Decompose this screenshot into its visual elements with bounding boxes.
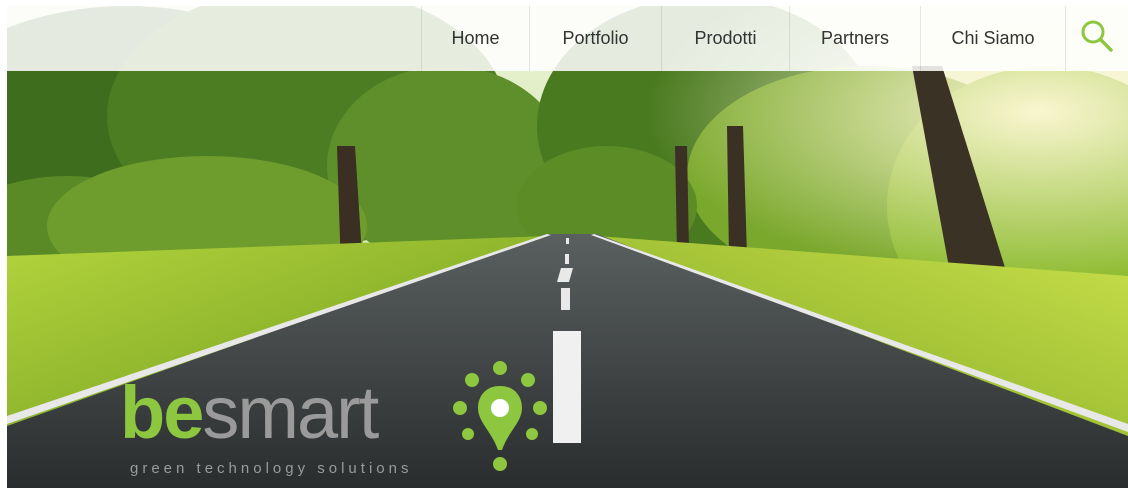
search-icon xyxy=(1080,19,1114,58)
nav-item-label: Partners xyxy=(820,28,890,48)
brand-logo[interactable]: besmart green technology solutions xyxy=(120,358,560,483)
nav-item-prodotti[interactable]: Prodotti xyxy=(661,6,789,71)
nav-item-label: Home xyxy=(451,28,500,48)
nav-item-label: Portfolio xyxy=(562,28,629,48)
logo-word-grey: smart xyxy=(202,371,379,454)
nav-item-partners[interactable]: Partners xyxy=(789,6,920,71)
search-button[interactable] xyxy=(1065,6,1128,71)
logo-word-green: be xyxy=(120,371,204,454)
top-navbar: Home Portfolio Prodotti Partners Chi Sia… xyxy=(7,6,1128,71)
nav-item-home[interactable]: Home xyxy=(421,6,529,71)
nav-menu: Home Portfolio Prodotti Partners Chi Sia… xyxy=(421,6,1128,71)
nav-item-portfolio[interactable]: Portfolio xyxy=(529,6,661,71)
nav-item-label: Chi Siamo xyxy=(951,28,1035,48)
logo-wordmark: besmart xyxy=(120,376,379,450)
logo-tagline: green technology solutions xyxy=(130,460,413,477)
page: Home Portfolio Prodotti Partners Chi Sia… xyxy=(0,0,1128,488)
nav-item-chi-siamo[interactable]: Chi Siamo xyxy=(920,6,1065,71)
map-pin-lightbulb-icon xyxy=(450,358,550,483)
nav-item-label: Prodotti xyxy=(694,28,757,48)
